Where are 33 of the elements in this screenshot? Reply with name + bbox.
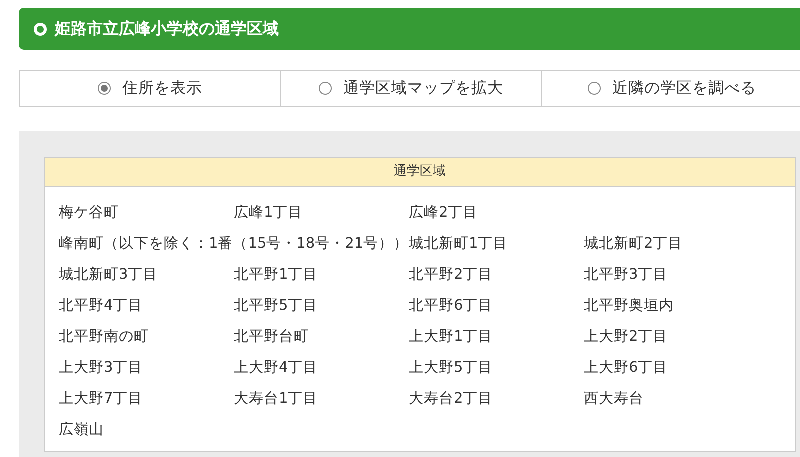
address-text: 西大寿台 <box>584 390 644 408</box>
address-text: 北平野6丁目 <box>409 297 494 315</box>
address-text: 城北新町1丁目 <box>409 234 508 253</box>
address-text: 梅ケ谷町 <box>59 204 119 222</box>
address-text: 上大野6丁目 <box>584 359 668 377</box>
address-text: 北平野台町 <box>234 328 309 346</box>
address-text: 北平野4丁目 <box>59 297 144 315</box>
page-title: 姫路市立広峰小学校の通学区域 <box>55 18 279 40</box>
address-text: 北平野3丁目 <box>584 266 668 284</box>
tab[interactable]: 近隣の学区を調べる <box>541 70 800 107</box>
address-text: 北平野1丁目 <box>234 266 318 284</box>
address-text: 上大野2丁目 <box>584 328 668 346</box>
address-text: 上大野4丁目 <box>234 359 318 377</box>
address-text: 広峰2丁目 <box>409 204 478 222</box>
address-text: 大寿台1丁目 <box>234 390 318 408</box>
address-text: 北平野奥垣内 <box>584 297 674 315</box>
address-text: 北平野南の町 <box>59 328 149 346</box>
address-text: 北平野5丁目 <box>234 297 318 315</box>
address-text: 広嶺山 <box>59 420 104 439</box>
address-text: 上大野5丁目 <box>409 359 494 377</box>
address-text: 城北新町2丁目 <box>584 234 684 253</box>
address-text: 上大野7丁目 <box>59 390 144 408</box>
address-text: 大寿台2丁目 <box>409 390 494 408</box>
tab[interactable]: 通学区域マップを拡大 <box>280 70 542 107</box>
address-text: 広峰1丁目 <box>234 204 304 222</box>
ring-icon <box>34 22 47 36</box>
address-text: 上大野3丁目 <box>59 359 144 377</box>
tab[interactable]: 住所を表示 <box>19 70 281 107</box>
address-text: 上大野1丁目 <box>409 328 494 346</box>
card-heading: 通学区域 <box>45 158 795 187</box>
address-text: 城北新町3丁目 <box>59 266 158 284</box>
address-text: 北平野2丁目 <box>409 266 494 284</box>
address-text: 峰南町（以下を除く：1番（15号・18号・21号）） <box>59 235 409 253</box>
